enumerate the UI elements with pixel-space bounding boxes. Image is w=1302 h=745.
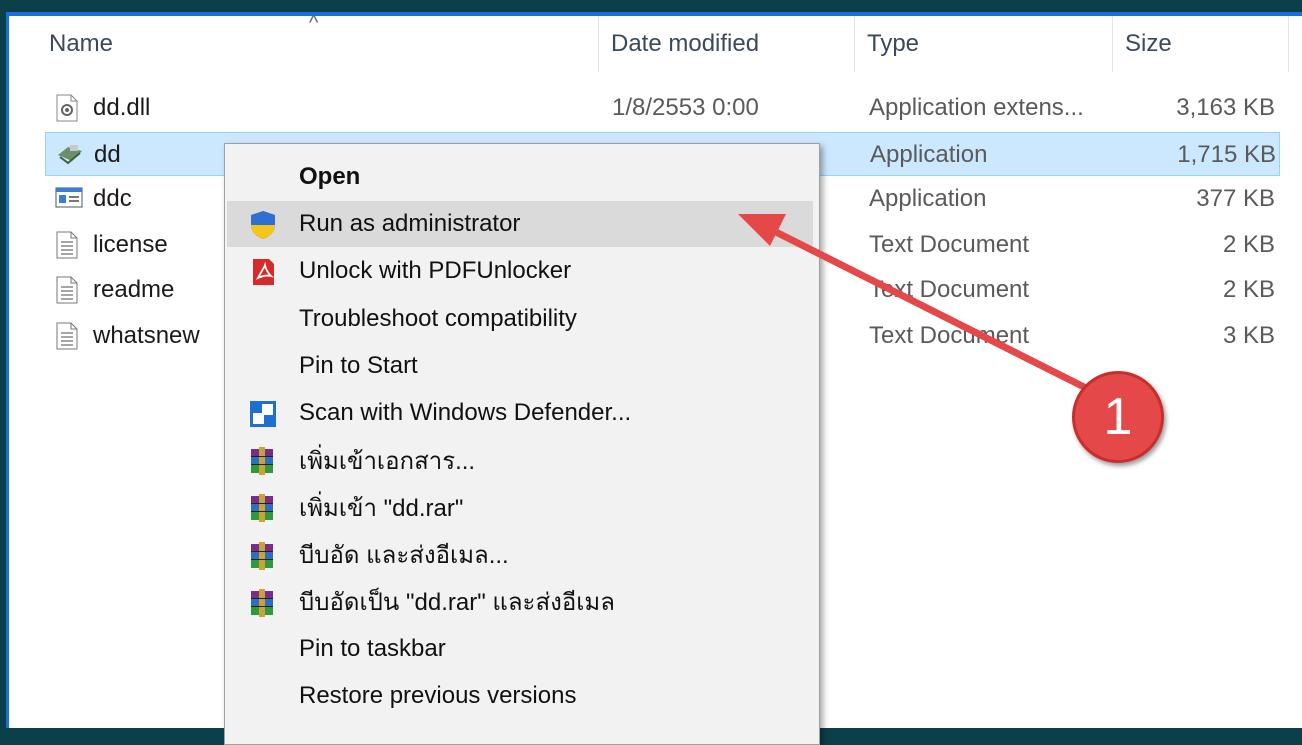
file-size: 3 KB <box>1222 321 1275 349</box>
menu-item-label: บีบอัด และส่งอีเมล... <box>299 542 509 570</box>
menu-item-label: บีบอัดเป็น "dd.rar" และส่งอีเมล <box>299 589 615 617</box>
file-size: 2 KB <box>1222 276 1275 303</box>
text-file-icon <box>55 322 79 350</box>
text-file-icon <box>55 276 79 304</box>
file-type: Text Document <box>869 230 1030 258</box>
menu-item-8[interactable]: บีบอัด และส่งอีเมล... <box>227 532 813 578</box>
menu-item-label: Scan with Windows Defender... <box>299 399 632 426</box>
menu-item-1[interactable]: Run as administrator <box>227 201 813 248</box>
defender-shield-icon <box>247 398 279 430</box>
uac-shield-icon <box>247 209 279 241</box>
column-header-name-label: Name <box>49 30 114 57</box>
menu-item-5[interactable]: Scan with Windows Defender... <box>227 390 813 436</box>
text-file-icon <box>55 231 79 259</box>
winrar-icon <box>247 445 279 477</box>
column-header-name[interactable]: Name <box>9 16 599 72</box>
menu-item-label: Run as administrator <box>299 210 521 238</box>
menu-item-label: Pin to Start <box>299 351 418 379</box>
menu-item-label: เพิ่มเข้า "dd.rar" <box>299 494 464 522</box>
file-type: Application extens... <box>869 94 1084 121</box>
winrar-icon <box>247 587 279 619</box>
column-header-size[interactable]: Size <box>1113 16 1289 72</box>
menu-item-label: Open <box>299 163 361 190</box>
menu-item-label: Troubleshoot compatibility <box>299 304 577 332</box>
file-name: dd.dll <box>93 94 151 121</box>
column-header-type[interactable]: Type <box>855 16 1113 72</box>
file-size: 2 KB <box>1222 230 1275 258</box>
menu-item-label: Pin to taskbar <box>299 635 446 662</box>
menu-item-3[interactable]: Troubleshoot compatibility <box>227 296 813 342</box>
menu-item-4[interactable]: Pin to Start <box>227 343 813 389</box>
winrar-icon <box>247 492 279 524</box>
application-icon <box>56 141 82 169</box>
file-size: 377 KB <box>1196 185 1275 212</box>
menu-item-6[interactable]: เพิ่มเข้าเอกสาร... <box>227 437 813 483</box>
file-date: 1/8/2553 0:00 <box>612 94 759 121</box>
column-header-date-label: Date modified <box>611 30 760 57</box>
dll-file-icon <box>55 94 79 122</box>
file-size: 1,715 KB <box>1177 140 1276 168</box>
menu-item-11[interactable]: Restore previous versions <box>227 673 813 719</box>
menu-item-label: Unlock with PDFUnlocker <box>299 257 572 285</box>
winrar-icon <box>247 540 279 572</box>
file-type: Text Document <box>869 276 1030 303</box>
context-menu: Open Run as administrator Unlock with PDFU… <box>224 143 820 745</box>
column-header-date[interactable]: Date modified <box>599 16 855 72</box>
menu-item-label: เพิ่มเข้าเอกสาร... <box>299 447 476 475</box>
pdf-icon <box>247 256 279 288</box>
column-header-type-label: Type <box>867 30 920 57</box>
window-app-icon <box>55 185 83 213</box>
menu-item-2[interactable]: Unlock with PDFUnlocker <box>227 248 813 294</box>
menu-item-9[interactable]: บีบอัดเป็น "dd.rar" และส่งอีเมล <box>227 579 813 625</box>
file-size: 3,163 KB <box>1176 94 1275 121</box>
file-type: Application <box>870 140 988 168</box>
menu-item-10[interactable]: Pin to taskbar <box>227 626 813 672</box>
file-row[interactable]: dd.dll 1/8/2553 0:00 Application extens...… <box>45 86 1280 130</box>
column-header-size-label: Size <box>1125 30 1172 57</box>
file-type: Application <box>869 185 987 212</box>
step-number-badge: 1 <box>1072 371 1164 463</box>
sort-ascending-icon: ^ <box>309 12 319 34</box>
menu-item-0[interactable]: Open <box>227 154 813 200</box>
menu-item-7[interactable]: เพิ่มเข้า "dd.rar" <box>227 484 813 530</box>
file-type: Text Document <box>869 321 1030 349</box>
menu-item-label: Restore previous versions <box>299 682 577 710</box>
